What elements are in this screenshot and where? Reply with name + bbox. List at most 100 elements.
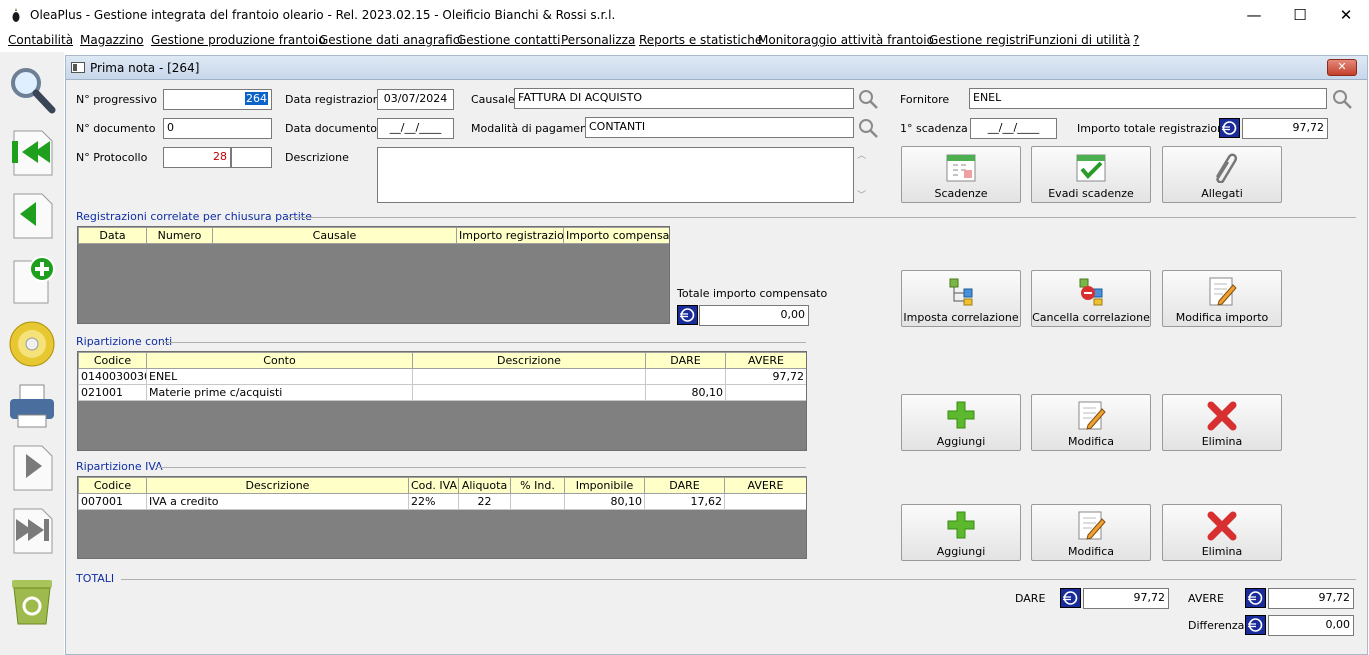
- next-record-icon[interactable]: [6, 442, 58, 494]
- menu-magazzino[interactable]: Magazzino: [80, 33, 144, 47]
- protocollo-suffix-field[interactable]: [231, 147, 272, 168]
- iva-aggiungi-button[interactable]: Aggiungi: [901, 504, 1021, 561]
- scadenze-button[interactable]: Scadenze: [901, 146, 1021, 203]
- col-causale[interactable]: Causale: [212, 227, 457, 244]
- cancella-correlazione-button[interactable]: Cancella correlazione: [1031, 270, 1151, 327]
- cell-imponibile[interactable]: 80,10: [564, 493, 645, 510]
- menu-personalizza[interactable]: Personalizza: [561, 33, 635, 47]
- descrizione-field[interactable]: [377, 147, 854, 203]
- iva-modifica-button[interactable]: Modifica: [1031, 504, 1151, 561]
- col-perc-ind[interactable]: % Ind.: [510, 477, 565, 494]
- col-data[interactable]: Data: [78, 227, 147, 244]
- iva-elimina-button[interactable]: Elimina: [1162, 504, 1282, 561]
- fornitore-field[interactable]: ENEL: [969, 88, 1327, 109]
- col-aliquota[interactable]: Aliquota: [458, 477, 511, 494]
- conti-grid[interactable]: Codice Conto Descrizione DARE AVERE 0140…: [77, 351, 807, 451]
- maximize-button[interactable]: ☐: [1277, 0, 1323, 30]
- modalita-field[interactable]: CONTANTI: [585, 117, 854, 138]
- delete-icon[interactable]: [6, 574, 58, 626]
- col-avere[interactable]: AVERE: [724, 477, 806, 494]
- conti-aggiungi-button[interactable]: Aggiungi: [901, 394, 1021, 451]
- cell-dare[interactable]: 17,62: [644, 493, 725, 510]
- allegati-button[interactable]: Allegati: [1162, 146, 1282, 203]
- col-avere[interactable]: AVERE: [725, 352, 806, 369]
- menu-help[interactable]: ?: [1133, 33, 1139, 47]
- search-modalita-icon[interactable]: [857, 117, 879, 139]
- last-record-icon[interactable]: [6, 505, 58, 557]
- cell-descrizione[interactable]: IVA a credito: [146, 493, 409, 510]
- table-row[interactable]: 007001 IVA a credito 22% 22 80,10 17,62: [78, 493, 806, 510]
- cell-descrizione[interactable]: [412, 368, 646, 385]
- data-registrazione-field[interactable]: 03/07/2024: [377, 89, 454, 110]
- menu-gestione-anagrafici[interactable]: Gestione dati anagrafici: [319, 33, 463, 47]
- cell-descrizione[interactable]: [412, 384, 646, 401]
- documento-field[interactable]: 0: [163, 118, 272, 139]
- cell-dare[interactable]: [645, 368, 726, 385]
- col-codice[interactable]: Codice: [78, 477, 147, 494]
- cell-avere[interactable]: [724, 493, 806, 510]
- euro-icon: [1245, 615, 1266, 635]
- iva-grid[interactable]: Codice Descrizione Cod. IVA Aliquota % I…: [77, 476, 807, 559]
- search-causale-icon[interactable]: [857, 88, 879, 110]
- col-imponibile[interactable]: Imponibile: [564, 477, 645, 494]
- evadi-scadenze-button[interactable]: Evadi scadenze: [1031, 146, 1151, 203]
- totale-dare-field[interactable]: 97,72: [1083, 588, 1169, 609]
- totale-avere-field[interactable]: 97,72: [1268, 588, 1354, 609]
- causale-field[interactable]: FATTURA DI ACQUISTO: [514, 88, 854, 109]
- col-conto[interactable]: Conto: [146, 352, 413, 369]
- minimize-button[interactable]: —: [1231, 0, 1277, 30]
- progressivo-field[interactable]: 264: [163, 89, 272, 110]
- col-dare[interactable]: DARE: [645, 352, 726, 369]
- col-importo-compensato[interactable]: Importo compensato: [563, 227, 669, 244]
- save-icon[interactable]: [6, 316, 58, 368]
- scroll-up-icon[interactable]: ︿: [857, 148, 866, 161]
- menu-reports[interactable]: Reports e statistiche: [639, 33, 762, 47]
- table-row[interactable]: 0140030030 ENEL 97,72: [78, 368, 806, 385]
- correlate-grid[interactable]: Data Numero Causale Importo registrazion…: [77, 226, 670, 324]
- print-icon[interactable]: [6, 379, 58, 431]
- cell-conto[interactable]: Materie prime c/acquisti: [146, 384, 413, 401]
- scroll-down-icon[interactable]: ﹀: [857, 188, 866, 201]
- data-documento-field[interactable]: __/__/____: [377, 118, 454, 139]
- col-dare[interactable]: DARE: [644, 477, 725, 494]
- col-numero[interactable]: Numero: [146, 227, 213, 244]
- menu-gestione-produzione[interactable]: Gestione produzione frantoio: [151, 33, 326, 47]
- menu-funzioni-utilita[interactable]: Funzioni di utilità: [1028, 33, 1130, 47]
- search-fornitore-icon[interactable]: [1331, 88, 1353, 110]
- form-close-button[interactable]: ✕: [1327, 59, 1357, 76]
- cell-codice[interactable]: 007001: [78, 493, 147, 510]
- col-cod-iva[interactable]: Cod. IVA: [408, 477, 459, 494]
- new-record-icon[interactable]: [6, 253, 58, 305]
- menu-monitoraggio[interactable]: Monitoraggio attività frantoio: [758, 33, 934, 47]
- scadenza-field[interactable]: __/__/____: [970, 118, 1057, 139]
- col-descrizione[interactable]: Descrizione: [412, 352, 646, 369]
- conti-elimina-button[interactable]: Elimina: [1162, 394, 1282, 451]
- cell-cod-iva[interactable]: 22%: [408, 493, 459, 510]
- close-button[interactable]: ✕: [1323, 0, 1369, 30]
- col-codice[interactable]: Codice: [78, 352, 147, 369]
- conti-modifica-button[interactable]: Modifica: [1031, 394, 1151, 451]
- menu-gestione-registri[interactable]: Gestione registri: [929, 33, 1028, 47]
- imposta-correlazione-button[interactable]: Imposta correlazione: [901, 270, 1021, 327]
- cell-conto[interactable]: ENEL: [146, 368, 413, 385]
- col-descrizione[interactable]: Descrizione: [146, 477, 409, 494]
- table-row[interactable]: 021001 Materie prime c/acquisti 80,10: [78, 384, 806, 401]
- cell-avere[interactable]: 97,72: [725, 368, 806, 385]
- first-record-icon[interactable]: [6, 127, 58, 179]
- previous-record-icon[interactable]: [6, 190, 58, 242]
- cell-codice[interactable]: 021001: [78, 384, 147, 401]
- protocollo-field[interactable]: 28: [163, 147, 231, 168]
- col-importo-registrazione[interactable]: Importo registrazione: [456, 227, 564, 244]
- search-icon[interactable]: [6, 64, 58, 116]
- cell-dare[interactable]: 80,10: [645, 384, 726, 401]
- menu-gestione-contatti[interactable]: Gestione contatti: [457, 33, 560, 47]
- cell-aliquota[interactable]: 22: [458, 493, 511, 510]
- cell-codice[interactable]: 0140030030: [78, 368, 147, 385]
- cell-perc-ind[interactable]: [510, 493, 565, 510]
- cell-avere[interactable]: [725, 384, 806, 401]
- modifica-importo-button[interactable]: Modifica importo: [1162, 270, 1282, 327]
- totale-compensato-field[interactable]: 0,00: [699, 305, 809, 326]
- importo-totale-field[interactable]: 97,72: [1242, 118, 1328, 139]
- menu-contabilita[interactable]: Contabilità: [8, 33, 73, 47]
- differenza-field[interactable]: 0,00: [1268, 615, 1354, 636]
